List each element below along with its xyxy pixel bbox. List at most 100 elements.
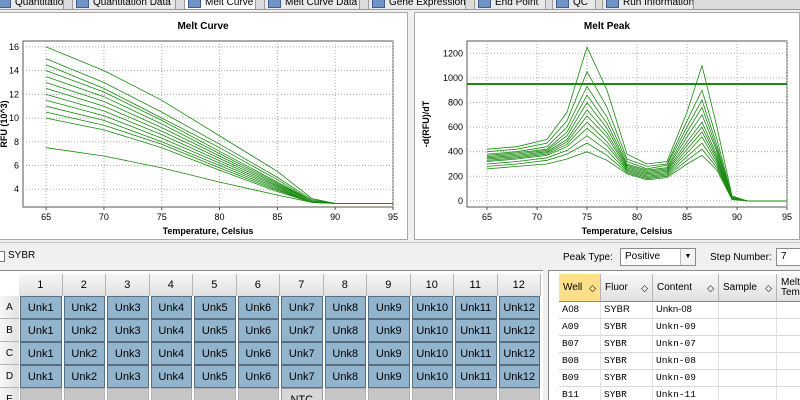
table-cell[interactable]: 76. bbox=[777, 319, 800, 336]
plate-well[interactable]: Unk11 bbox=[455, 342, 497, 365]
plate-well[interactable]: Unk1 bbox=[20, 342, 62, 365]
plate-well[interactable]: Unk3 bbox=[107, 342, 149, 365]
table-cell[interactable] bbox=[719, 353, 777, 370]
table-cell[interactable] bbox=[719, 370, 777, 387]
plate-well[interactable]: Unk10 bbox=[411, 296, 453, 319]
tab-melt-curve[interactable]: Melt Curve bbox=[184, 0, 256, 9]
table-cell[interactable]: 76. bbox=[777, 387, 800, 400]
plate-well[interactable] bbox=[498, 388, 540, 400]
table-cell[interactable]: 75. bbox=[777, 353, 800, 370]
plate-well[interactable]: NTC bbox=[281, 388, 323, 400]
plate-well[interactable] bbox=[194, 388, 236, 400]
plate-well[interactable]: Unk12 bbox=[498, 296, 540, 319]
table-cell[interactable]: Unkn-09 bbox=[653, 319, 719, 336]
melt-curve-chart[interactable]: 65 70 75 80 85 90 95 4 6 8 10 12 14 16 Temperature, Ce… bbox=[0, 13, 409, 241]
plate-well[interactable]: Unk4 bbox=[150, 365, 192, 388]
table-cell[interactable]: SYBR bbox=[601, 319, 653, 336]
table-cell[interactable]: Unkn-07 bbox=[653, 336, 719, 353]
plate-column-header[interactable]: 2 bbox=[62, 274, 106, 296]
plate-well[interactable]: Unk5 bbox=[194, 342, 236, 365]
table-cell[interactable]: Unkn-11 bbox=[653, 387, 719, 400]
plate-well[interactable]: Unk3 bbox=[107, 365, 149, 388]
tab-melt-curve-data[interactable]: Melt Curve Data bbox=[264, 0, 360, 9]
plate-column-header[interactable]: 10 bbox=[410, 274, 454, 296]
plate-row-header[interactable]: D bbox=[0, 365, 19, 388]
table-cell[interactable]: Unkn-09 bbox=[653, 370, 719, 387]
plate-column-header[interactable]: 8 bbox=[323, 274, 367, 296]
tab-end-point[interactable]: End Point bbox=[474, 0, 546, 9]
table-cell[interactable]: B11 bbox=[559, 387, 601, 400]
plate-well[interactable]: Unk1 bbox=[20, 365, 62, 388]
plate-column-header[interactable]: 3 bbox=[106, 274, 150, 296]
plate-well[interactable]: Unk11 bbox=[455, 296, 497, 319]
table-cell[interactable]: 75. bbox=[777, 336, 800, 353]
plate-well[interactable]: Unk10 bbox=[411, 342, 453, 365]
plate-well[interactable]: Unk2 bbox=[63, 319, 105, 342]
plate-well[interactable] bbox=[107, 388, 149, 400]
column-header[interactable]: Melt Temp bbox=[777, 274, 800, 302]
column-header[interactable]: Fluor ◇ bbox=[601, 274, 653, 302]
table-cell[interactable]: Unkn-08 bbox=[653, 353, 719, 370]
plate-well[interactable]: Unk10 bbox=[411, 319, 453, 342]
table-cell[interactable] bbox=[719, 336, 777, 353]
tab-quantitation-data[interactable]: Quantitation Data bbox=[72, 0, 176, 9]
plate-well[interactable]: Unk7 bbox=[281, 365, 323, 388]
column-header[interactable]: Content ◇ bbox=[653, 274, 719, 302]
plate-well[interactable]: Unk8 bbox=[324, 319, 366, 342]
table-cell[interactable] bbox=[719, 302, 777, 319]
plate-well[interactable]: Unk4 bbox=[150, 319, 192, 342]
table-cell[interactable]: 75. bbox=[777, 370, 800, 387]
plate-well[interactable]: Unk8 bbox=[324, 342, 366, 365]
step-number-input[interactable]: 7 bbox=[776, 248, 800, 266]
plate-well[interactable]: Unk1 bbox=[20, 319, 62, 342]
plate-well[interactable] bbox=[20, 388, 62, 400]
table-cell[interactable]: SYBR bbox=[601, 353, 653, 370]
plate-well[interactable]: Unk11 bbox=[455, 365, 497, 388]
plate-column-header[interactable]: 4 bbox=[149, 274, 193, 296]
plate-well[interactable] bbox=[455, 388, 497, 400]
plate-well[interactable] bbox=[150, 388, 192, 400]
plate-well[interactable]: Unk1 bbox=[20, 296, 62, 319]
table-cell[interactable]: SYBR bbox=[601, 387, 653, 400]
table-cell[interactable]: B09 bbox=[559, 370, 601, 387]
plate-column-header[interactable]: 7 bbox=[280, 274, 324, 296]
plate-well[interactable]: Unk12 bbox=[498, 365, 540, 388]
plate-column-header[interactable]: 5 bbox=[193, 274, 237, 296]
plate-row-header[interactable]: C bbox=[0, 342, 19, 365]
plate-column-header[interactable]: 12 bbox=[497, 274, 541, 296]
plate-well[interactable]: Unk6 bbox=[237, 365, 279, 388]
plate-well[interactable] bbox=[324, 388, 366, 400]
plate-well[interactable] bbox=[237, 388, 279, 400]
tab-gene-expression[interactable]: Gene Expression bbox=[368, 0, 466, 9]
plate-column-header[interactable]: 1 bbox=[19, 274, 63, 296]
plate-well[interactable]: Unk6 bbox=[237, 319, 279, 342]
plate-well[interactable]: Unk2 bbox=[63, 342, 105, 365]
table-cell[interactable]: Unkn-08 bbox=[653, 302, 719, 319]
plate-well[interactable]: Unk5 bbox=[194, 296, 236, 319]
plate-well[interactable]: Unk6 bbox=[237, 342, 279, 365]
plate-well[interactable]: Unk2 bbox=[63, 365, 105, 388]
table-cell[interactable] bbox=[719, 387, 777, 400]
plate-column-header[interactable]: 11 bbox=[454, 274, 498, 296]
table-cell[interactable]: SYBR bbox=[601, 370, 653, 387]
column-header[interactable]: Sample ◇ bbox=[719, 274, 777, 302]
plate-well[interactable]: Unk6 bbox=[237, 296, 279, 319]
plate-well[interactable]: Unk7 bbox=[281, 319, 323, 342]
plate-well[interactable]: Unk12 bbox=[498, 342, 540, 365]
peak-type-select[interactable]: Positive ▼ bbox=[620, 248, 696, 266]
plate-well[interactable]: Unk8 bbox=[324, 365, 366, 388]
table-cell[interactable]: B07 bbox=[559, 336, 601, 353]
tab-quantitation[interactable]: Quantitation bbox=[0, 0, 64, 9]
plate-well[interactable]: Unk7 bbox=[281, 296, 323, 319]
table-cell[interactable]: B08 bbox=[559, 353, 601, 370]
plate-well[interactable]: Unk12 bbox=[498, 319, 540, 342]
plate-well[interactable]: Unk10 bbox=[411, 365, 453, 388]
plate-row-header[interactable]: E bbox=[0, 388, 19, 400]
melt-peak-chart[interactable]: 65 70 75 80 85 90 95 0 200 400 600 800 1000 1200 Tempe… bbox=[415, 13, 800, 241]
plate-column-header[interactable]: 9 bbox=[367, 274, 411, 296]
table-cell[interactable]: SYBR bbox=[601, 302, 653, 319]
tab-run-information[interactable]: Run Information bbox=[602, 0, 694, 9]
table-cell[interactable]: A08 bbox=[559, 302, 601, 319]
plate-well[interactable] bbox=[368, 388, 410, 400]
plate-well[interactable]: Unk7 bbox=[281, 342, 323, 365]
